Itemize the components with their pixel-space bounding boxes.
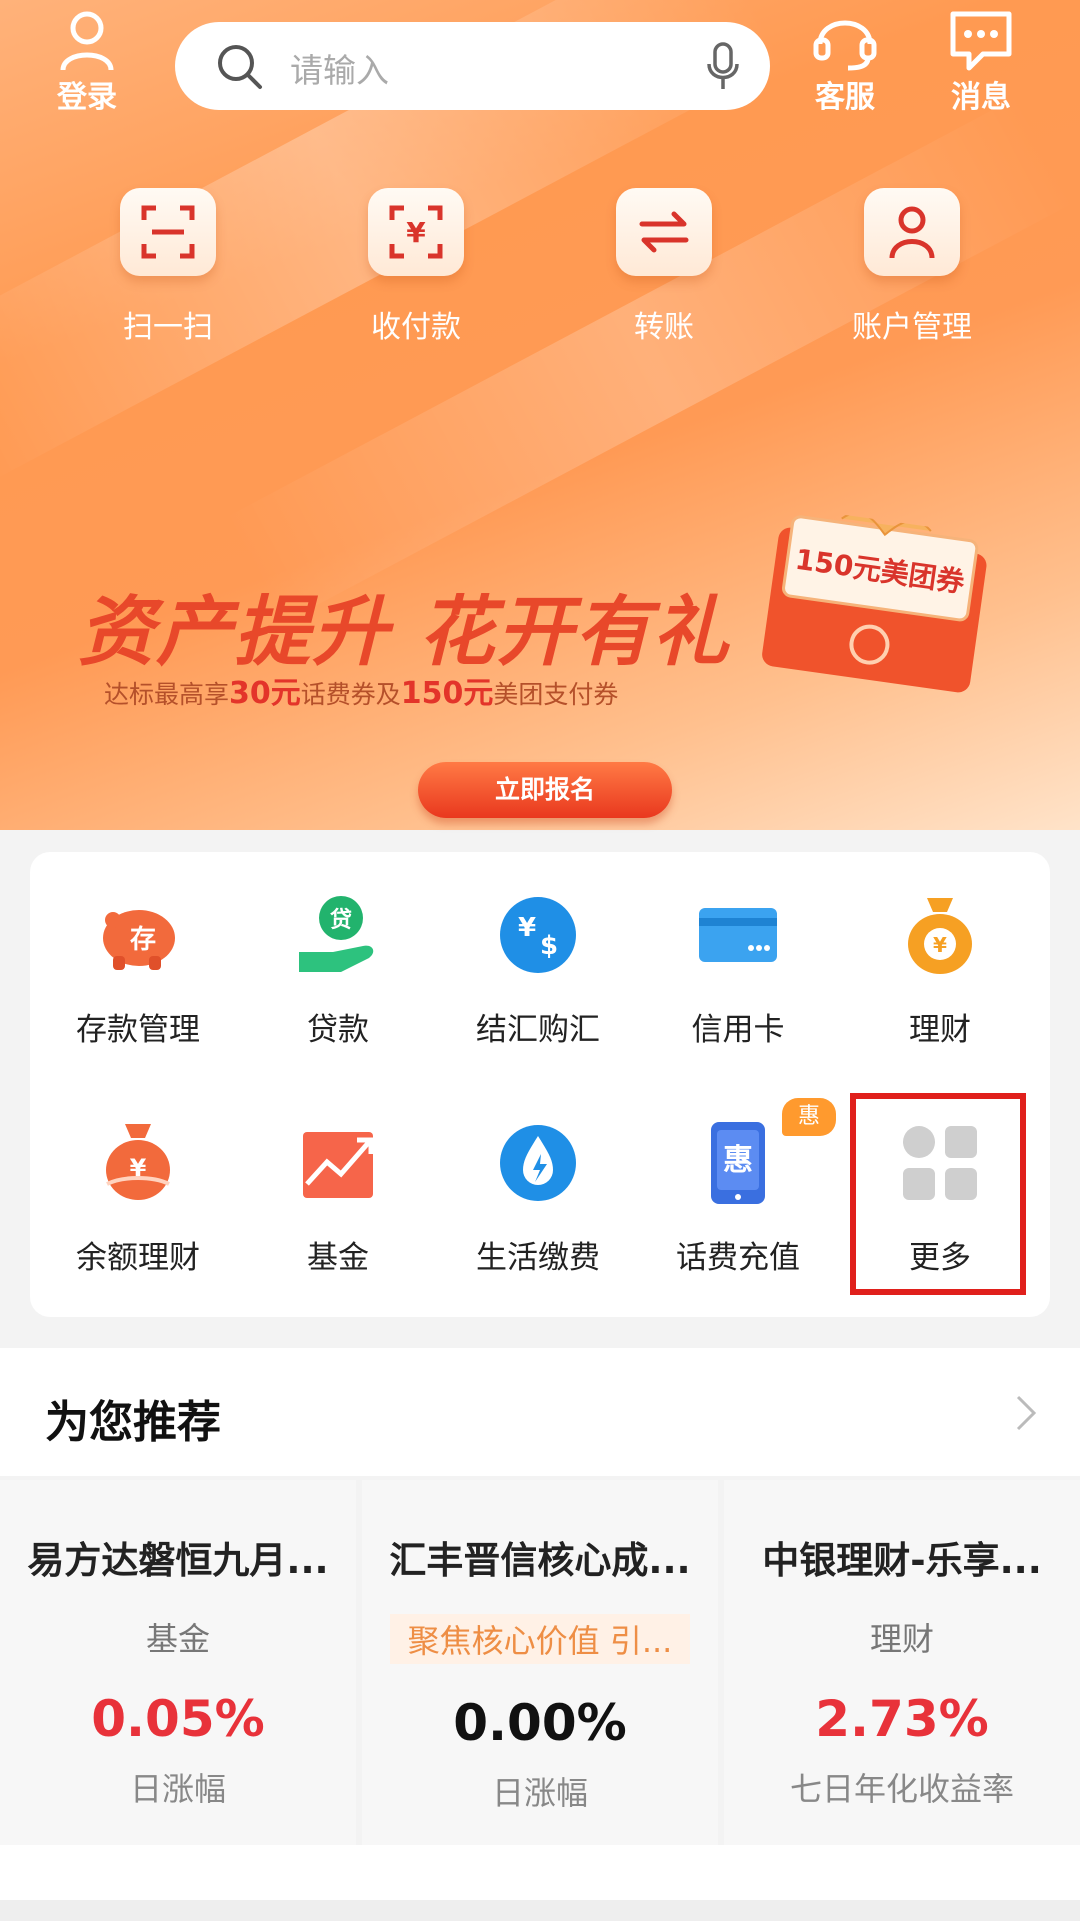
login-button[interactable]: 登录 [32,10,142,116]
quick-action-payment[interactable]: ¥ 收付款 [316,188,516,346]
quick-action-scan[interactable]: 扫一扫 [68,188,268,346]
banner-amount: 150元 [400,676,494,711]
product-type: 基金 [145,1620,210,1658]
login-label: 登录 [57,80,117,115]
product-value-label: 七日年化收益率 [789,1770,1014,1808]
service-loan[interactable]: 贷 贷款 [238,890,438,1049]
signup-button[interactable]: 立即报名 [418,762,672,818]
piggy-bank-icon: 存 [103,910,175,970]
product-value: 2.73% [815,1690,989,1748]
quick-action-transfer[interactable]: 转账 [564,188,764,346]
quick-action-account[interactable]: 账户管理 [812,188,1012,346]
discount-badge: 惠 [782,1098,836,1136]
message-icon [950,11,1012,71]
svg-text:$: $ [540,931,558,961]
customer-service-label: 客服 [815,80,875,115]
account-icon-box [864,188,960,276]
banner-title[interactable]: 资产提升 花开有礼 [78,570,730,680]
service-label: 结汇购汇 [476,1012,600,1048]
microphone-icon[interactable] [706,42,740,92]
product-card[interactable]: 中银理财-乐享... 理财 2.73% 七日年化收益率 [724,1480,1080,1845]
service-label: 基金 [307,1240,369,1276]
utility-icon [500,1125,576,1201]
recommend-title: 为您推荐 [45,1397,221,1448]
loan-icon: 贷 [299,896,374,972]
fund-chart-icon [303,1132,374,1198]
quick-action-label: 收付款 [371,310,461,345]
banner-amount: 30元 [229,676,301,711]
product-tag: 聚焦核心价值 引... [389,1614,691,1664]
headset-icon [813,20,877,71]
scan-icon-box [120,188,216,276]
payment-code-icon: ¥ [389,205,443,259]
svg-text:惠: 惠 [723,1143,753,1178]
svg-text:贷: 贷 [330,907,352,933]
service-wealth[interactable]: ¥ 理财 [840,890,1040,1049]
highlight-box [850,1093,1026,1295]
customer-service-button[interactable]: 客服 [790,10,900,116]
service-deposit[interactable]: 存 存款管理 [38,890,238,1049]
product-name: 中银理财-乐享... [762,1539,1042,1582]
service-phone-recharge[interactable]: 惠 话费充值 [638,1118,838,1277]
svg-text:¥: ¥ [933,933,947,957]
service-balance-wealth[interactable]: ¥ 余额理财 [38,1118,238,1277]
service-credit-card[interactable]: 信用卡 [638,890,838,1049]
quick-action-label: 转账 [634,310,694,345]
product-value: 0.00% [453,1694,627,1752]
service-exchange[interactable]: ¥ $ 结汇购汇 [438,890,638,1049]
banner-sub-text: 话费券及 [300,680,401,709]
money-bag-icon: ¥ [908,898,972,974]
service-label: 存款管理 [76,1012,200,1048]
banner-subtitle: 达标最高享30元话费券及150元美团支付券 [104,668,618,712]
search-input[interactable]: 请输入 [290,44,389,92]
search-bar[interactable]: 请输入 [175,22,770,110]
product-value-label: 日涨幅 [491,1774,588,1812]
exchange-icon: ¥ $ [500,897,576,973]
product-card[interactable]: 易方达磐恒九月... 基金 0.05% 日涨幅 [0,1480,356,1845]
service-fund[interactable]: 基金 [238,1118,438,1277]
transfer-icon [639,211,689,253]
banner-sub-text: 达标最高享 [104,680,230,709]
quick-action-label: 扫一扫 [123,310,213,345]
service-label: 余额理财 [76,1240,200,1276]
product-value: 0.05% [91,1690,265,1748]
product-name: 易方达磐恒九月... [27,1539,329,1582]
recommend-header[interactable]: 为您推荐 [0,1348,1080,1476]
chevron-right-icon[interactable] [1014,1393,1040,1433]
balance-bag-icon: ¥ [106,1124,170,1200]
coupon-illustration: 150元美团券 [762,512,987,693]
payment-icon-box: ¥ [368,188,464,276]
service-label: 理财 [909,1012,971,1048]
product-value-label: 日涨幅 [129,1770,226,1808]
top-bar: 登录 请输入 客服 消息 [0,0,1080,120]
service-utility[interactable]: 生活缴费 [438,1118,638,1277]
svg-text:存: 存 [130,925,156,955]
spacer [0,1845,1080,1900]
user-icon [60,11,114,71]
quick-action-label: 账户管理 [852,310,972,345]
product-name: 汇丰晋信核心成... [389,1539,691,1582]
service-label: 生活缴费 [476,1240,600,1276]
product-card[interactable]: 汇丰晋信核心成... 聚焦核心价值 引... 0.00% 日涨幅 [362,1480,718,1845]
svg-text:¥: ¥ [518,913,536,943]
footer-strip [0,1900,1080,1921]
scan-icon [141,205,195,259]
account-icon [889,206,935,259]
phone-recharge-icon: 惠 [711,1122,765,1204]
service-label: 话费充值 [676,1240,800,1276]
credit-card-icon [699,908,777,962]
service-label: 贷款 [307,1012,369,1048]
svg-text:¥: ¥ [406,216,426,249]
service-label: 信用卡 [691,1012,785,1048]
message-button[interactable]: 消息 [926,10,1036,116]
banner-sub-text: 美团支付券 [493,680,619,709]
message-label: 消息 [951,80,1011,115]
transfer-icon-box [616,188,712,276]
search-icon [218,45,262,89]
product-type: 理财 [869,1620,934,1658]
